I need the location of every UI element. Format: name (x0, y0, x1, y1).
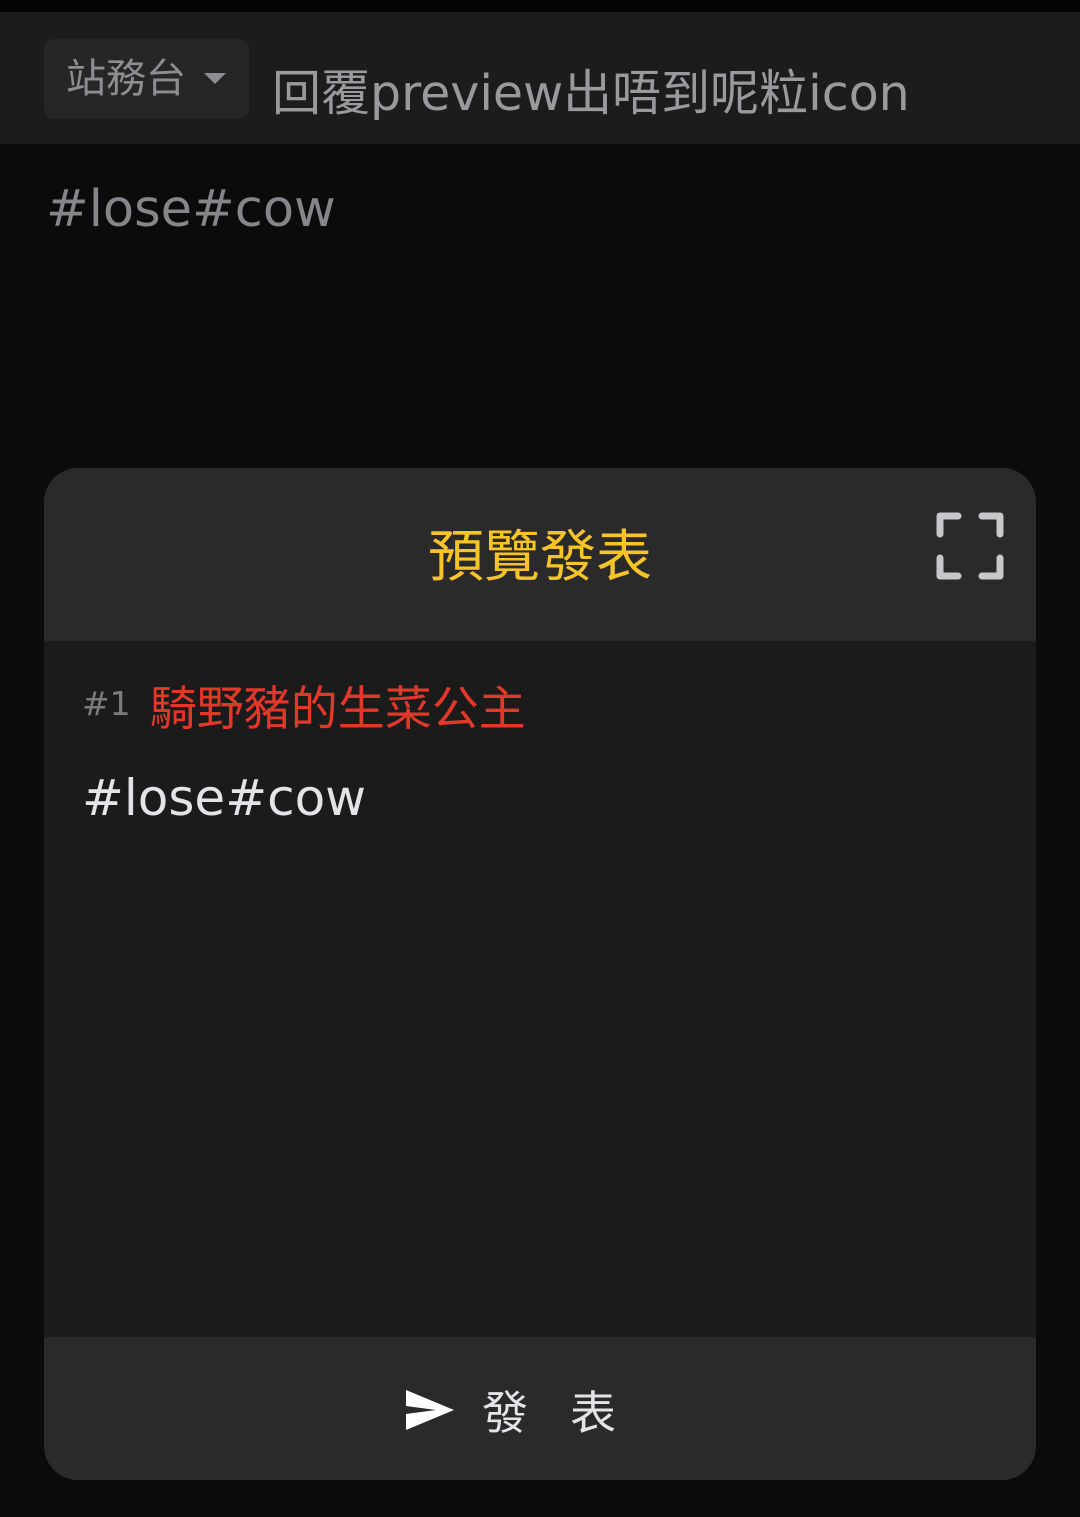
compose-screen: 站務台 回覆preview出唔到呢粒icon #lose#cow 預覽發表 #1… (0, 0, 1080, 1517)
submit-button[interactable]: 發表 (404, 1375, 664, 1445)
post-content: #lose#cow (82, 769, 367, 827)
preview-dialog-title: 預覽發表 (428, 525, 652, 590)
post-number: #1 (82, 684, 131, 723)
author-name[interactable]: 騎野豬的生菜公主 (150, 682, 526, 737)
preview-dialog-footer: 發表 (44, 1337, 1036, 1480)
category-dropdown[interactable]: 站務台 (44, 39, 249, 119)
category-label: 站務台 (66, 56, 186, 102)
send-icon (406, 1390, 454, 1430)
title-bar: 站務台 回覆preview出唔到呢粒icon (0, 12, 1080, 144)
thread-title-input[interactable]: 回覆preview出唔到呢粒icon (272, 64, 910, 124)
submit-label: 發表 (482, 1386, 658, 1440)
preview-dialog: 預覽發表 #1 騎野豬的生菜公主 #lose#cow 發表 (44, 468, 1036, 1480)
post-meta: #1 騎野豬的生菜公主 (82, 682, 526, 738)
message-body-editor[interactable]: #lose#cow (46, 180, 336, 240)
status-strip (0, 0, 1080, 12)
preview-dialog-header: 預覽發表 (44, 468, 1036, 641)
chevron-down-icon (204, 73, 226, 84)
fullscreen-icon[interactable] (936, 512, 1004, 580)
